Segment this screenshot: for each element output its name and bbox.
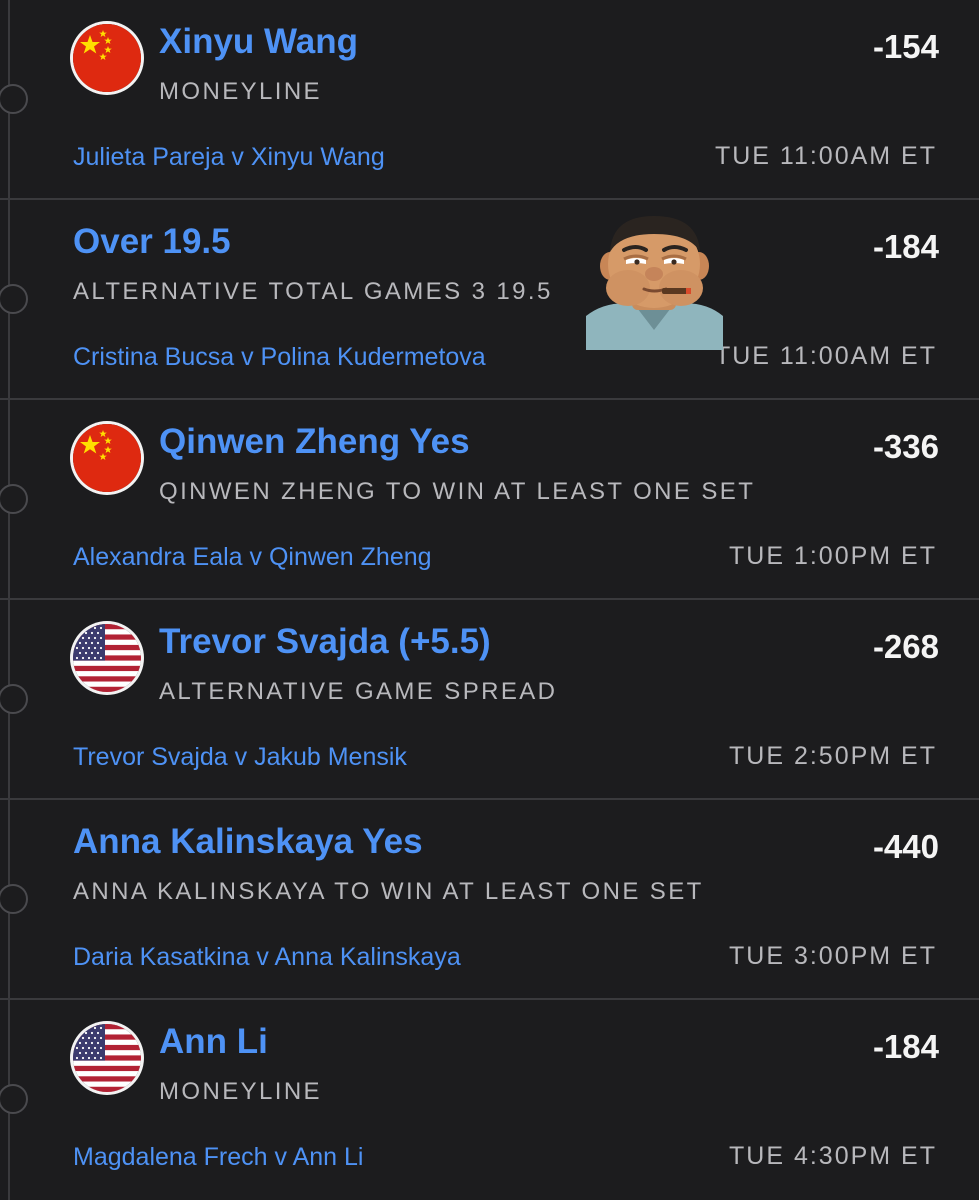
odds: -268 (872, 628, 939, 665)
bet-leg[interactable]: Qinwen Zheng Yes QINWEN ZHENG TO WIN AT … (0, 400, 979, 600)
bet-leg[interactable]: Over 19.5 ALTERNATIVE TOTAL GAMES 3 19.5… (0, 200, 979, 400)
matchup-link[interactable]: Julieta Pareja v Xinyu Wang (73, 143, 385, 172)
odds: -154 (872, 28, 939, 65)
market-type: QINWEN ZHENG TO WIN AT LEAST ONE SET (159, 478, 756, 505)
start-time: TUE 11:00AM ET (714, 342, 937, 370)
odds: -440 (872, 828, 939, 865)
selection-name: Anna Kalinskaya Yes (73, 822, 423, 861)
matchup-link[interactable]: Daria Kasatkina v Anna Kalinskaya (73, 943, 461, 972)
market-type: ALTERNATIVE TOTAL GAMES 3 19.5 (73, 278, 553, 305)
selection-name: Qinwen Zheng Yes (159, 422, 470, 461)
timeline-node-icon (0, 684, 28, 714)
start-time: TUE 4:30PM ET (729, 1142, 937, 1170)
odds: -184 (872, 228, 939, 265)
bet-leg[interactable]: Xinyu Wang MONEYLINE -154 Julieta Pareja… (0, 0, 979, 200)
selection-name: Trevor Svajda (+5.5) (159, 622, 491, 661)
market-type: ALTERNATIVE GAME SPREAD (159, 678, 558, 705)
matchup-link[interactable]: Cristina Bucsa v Polina Kudermetova (73, 343, 486, 372)
odds: -184 (872, 1028, 939, 1065)
matchup-link[interactable]: Magdalena Frech v Ann Li (73, 1143, 363, 1172)
selection-name: Xinyu Wang (159, 22, 358, 61)
start-time: TUE 11:00AM ET (714, 142, 937, 170)
selection-name: Ann Li (159, 1022, 268, 1061)
start-time: TUE 2:50PM ET (729, 742, 937, 770)
timeline-node-icon (0, 484, 28, 514)
timeline-node-icon (0, 284, 28, 314)
selection-name: Over 19.5 (73, 222, 231, 261)
market-type: MONEYLINE (159, 78, 322, 105)
bet-leg[interactable]: Ann Li MONEYLINE -184 Magdalena Frech v … (0, 1000, 979, 1200)
usa-flag-icon (73, 624, 141, 692)
bet-leg[interactable]: Trevor Svajda (+5.5) ALTERNATIVE GAME SP… (0, 600, 979, 800)
timeline-node-icon (0, 1084, 28, 1114)
start-time: TUE 1:00PM ET (729, 542, 937, 570)
china-flag-icon (73, 24, 141, 92)
timeline-node-icon (0, 884, 28, 914)
china-flag-icon (73, 424, 141, 492)
odds: -336 (872, 428, 939, 465)
market-type: MONEYLINE (159, 1078, 322, 1105)
cartoon-man-with-cigar-sticker (586, 212, 723, 350)
timeline-node-icon (0, 84, 28, 114)
matchup-link[interactable]: Trevor Svajda v Jakub Mensik (73, 743, 407, 772)
usa-flag-icon (73, 1024, 141, 1092)
start-time: TUE 3:00PM ET (729, 942, 937, 970)
bet-leg[interactable]: Anna Kalinskaya Yes ANNA KALINSKAYA TO W… (0, 800, 979, 1000)
market-type: ANNA KALINSKAYA TO WIN AT LEAST ONE SET (73, 878, 704, 905)
matchup-link[interactable]: Alexandra Eala v Qinwen Zheng (73, 543, 432, 572)
